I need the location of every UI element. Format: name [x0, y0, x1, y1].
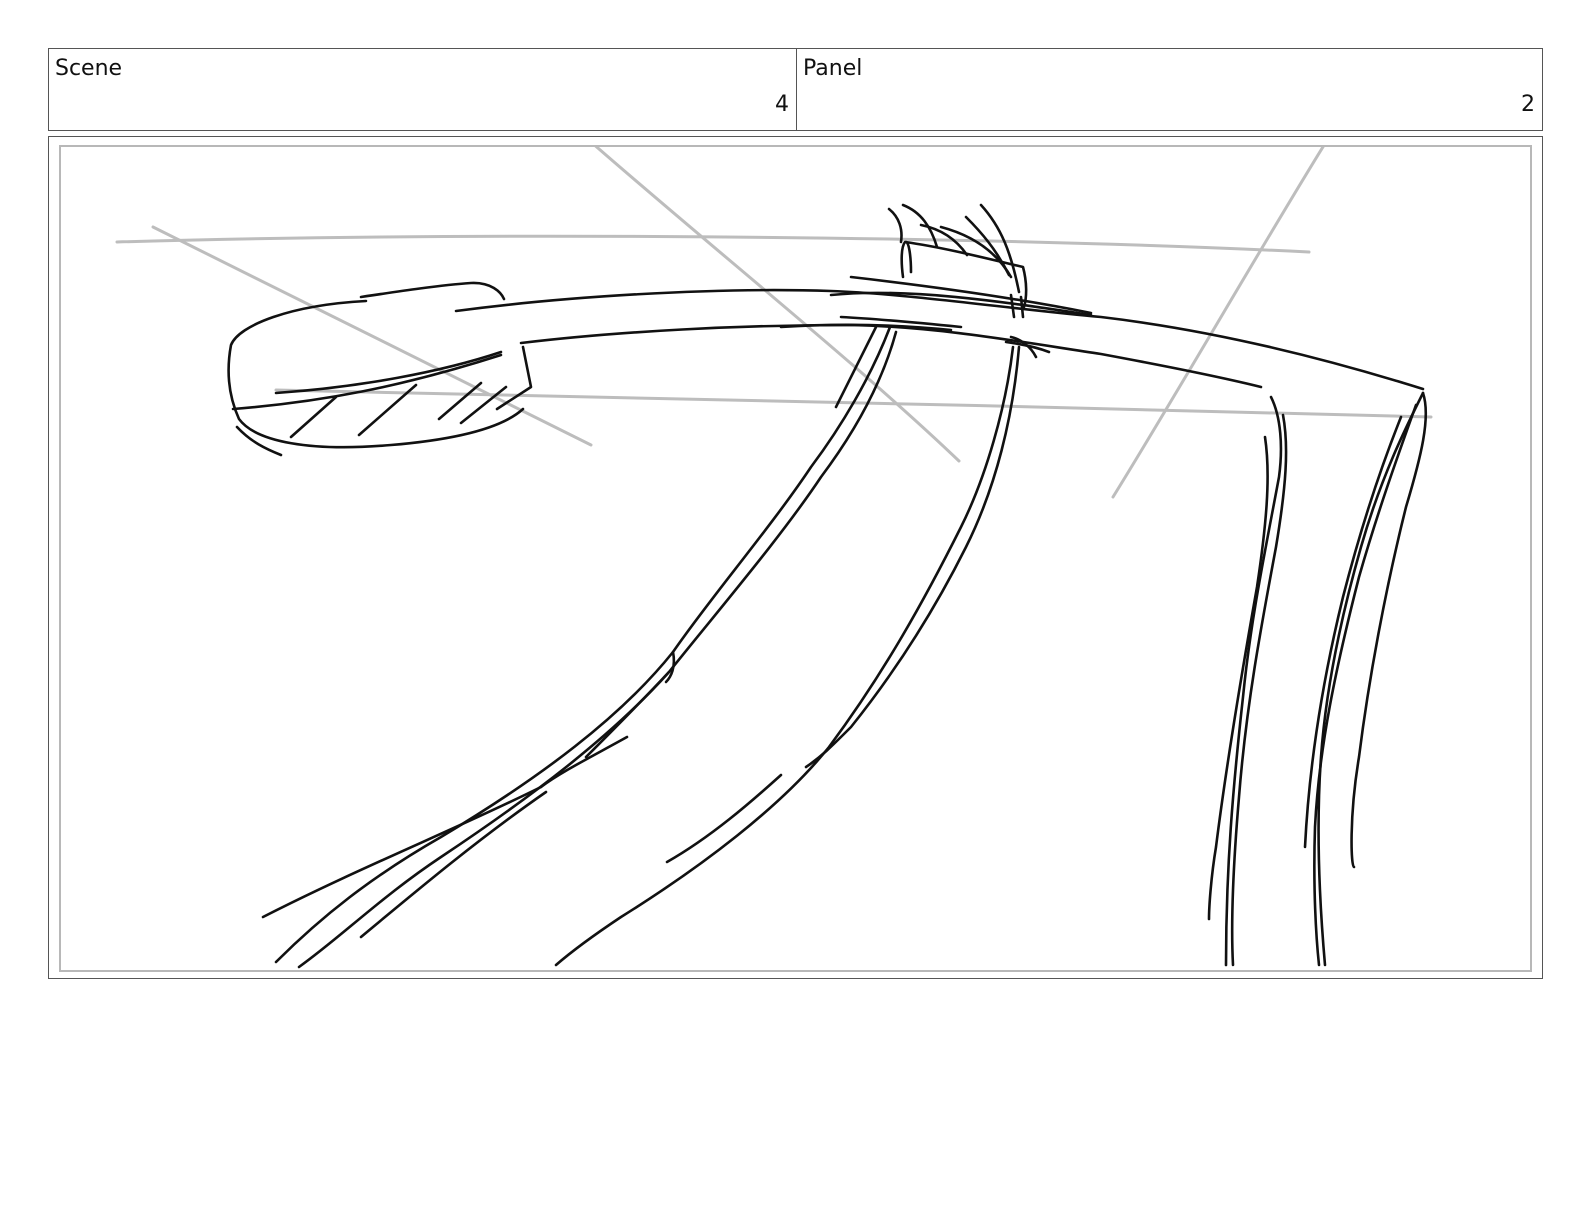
construction-lines: [115, 147, 1433, 499]
panel-number: 2: [1521, 92, 1535, 117]
drawing-area: [59, 145, 1532, 972]
storyboard-frame: [48, 136, 1543, 979]
scene-cell: Scene 4: [49, 49, 797, 130]
ink-strokes: [227, 203, 1428, 969]
panel-cell: Panel 2: [797, 49, 1542, 130]
scene-number: 4: [775, 92, 789, 117]
scene-label: Scene: [55, 56, 123, 81]
sketch-drawing: [115, 147, 1433, 969]
panel-label: Panel: [803, 56, 863, 81]
storyboard-header: Scene 4 Panel 2: [48, 48, 1543, 131]
